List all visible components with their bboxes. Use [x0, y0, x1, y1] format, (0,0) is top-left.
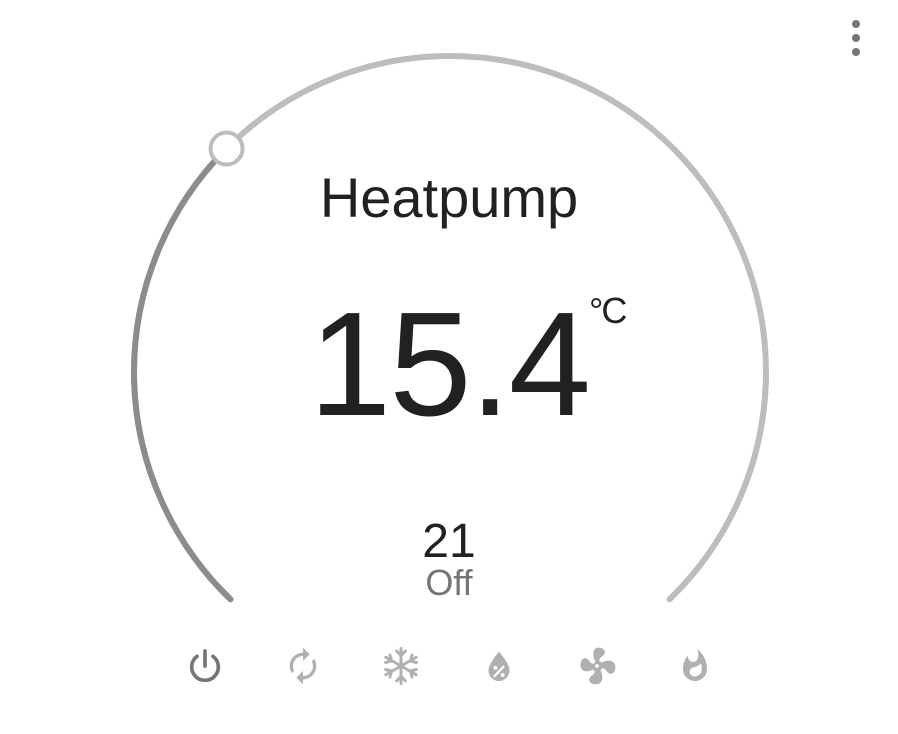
mode-fan-button[interactable] — [571, 640, 623, 692]
autorenew-icon — [289, 647, 317, 685]
current-temperature-value: 15.4 — [308, 282, 591, 447]
power-icon — [189, 649, 221, 683]
mode-auto-button[interactable] — [277, 640, 329, 692]
temperature-unit: °C — [589, 290, 627, 331]
target-temperature: 21 — [422, 515, 476, 568]
entity-name: Heatpump — [319, 166, 579, 229]
fan-icon — [580, 647, 616, 685]
snowflake-icon — [384, 647, 418, 685]
mode-off-button[interactable] — [179, 640, 231, 692]
setpoint-handle[interactable] — [208, 130, 245, 167]
water-percent-icon — [488, 651, 510, 681]
mode-dry-button[interactable] — [473, 640, 525, 692]
hvac-mode-bar — [0, 640, 898, 692]
current-temperature-block: 15.4 °C — [0, 290, 898, 440]
thermostat-card: Heatpump 15.4 °C 21 Off — [0, 0, 898, 734]
mode-heat-button[interactable] — [669, 640, 721, 692]
current-temperature: 15.4 °C — [309, 290, 627, 440]
fire-icon — [683, 649, 707, 681]
hvac-state: Off — [425, 562, 473, 603]
mode-cool-button[interactable] — [375, 640, 427, 692]
